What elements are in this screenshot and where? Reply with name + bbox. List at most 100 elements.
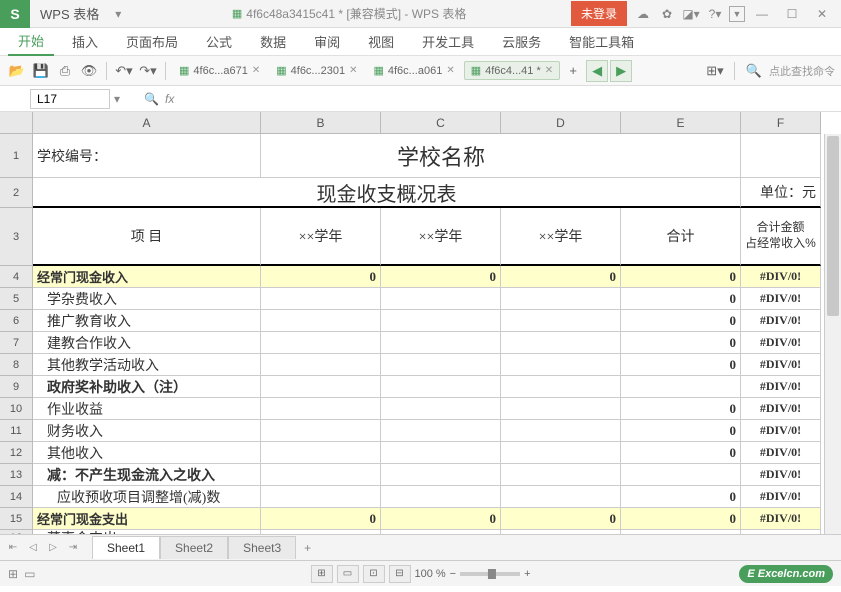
cell[interactable]: 0 xyxy=(621,332,741,354)
close-tab-icon[interactable]: ✕ xyxy=(545,65,553,76)
doc-tab-1[interactable]: ▦4f6c...a671✕ xyxy=(172,61,267,80)
menu-tab-cloud[interactable]: 云服务 xyxy=(492,28,551,55)
row-header[interactable]: 10 xyxy=(0,398,33,420)
menu-tab-insert[interactable]: 插入 xyxy=(62,28,108,55)
cell[interactable] xyxy=(381,398,501,420)
vertical-scrollbar[interactable] xyxy=(824,134,841,534)
maximize-button[interactable]: ☐ xyxy=(779,4,805,24)
col-header-b[interactable]: B xyxy=(261,112,381,134)
cell[interactable]: 0 xyxy=(621,486,741,508)
collapse-icon[interactable]: ▼ xyxy=(729,6,745,22)
col-header-a[interactable]: A xyxy=(33,112,261,134)
sheet-prev-icon[interactable]: ◁ xyxy=(24,539,42,557)
cell-title[interactable]: 学校名称 xyxy=(261,134,621,178)
gear-icon[interactable]: ✿ xyxy=(657,4,677,24)
cell[interactable]: #DIV/0! xyxy=(741,486,821,508)
row-header[interactable]: 6 xyxy=(0,310,33,332)
cell-header[interactable]: 合计金额占经常收入% xyxy=(741,208,821,266)
cell[interactable] xyxy=(621,464,741,486)
doc-tab-3[interactable]: ▦4f6c...a061✕ xyxy=(366,61,461,80)
status-icon[interactable]: ⊞ xyxy=(8,567,18,581)
cell[interactable] xyxy=(261,420,381,442)
sheet-tab-1[interactable]: Sheet1 xyxy=(92,536,160,559)
cell[interactable]: 0 xyxy=(621,288,741,310)
redo-icon[interactable]: ↷▾ xyxy=(137,60,159,82)
view-page-icon[interactable]: ▭ xyxy=(336,565,358,583)
cell-header[interactable]: ××学年 xyxy=(261,208,381,266)
row-header[interactable]: 1 xyxy=(0,134,33,178)
cell[interactable]: 财务收入 xyxy=(33,420,261,442)
col-header-e[interactable]: E xyxy=(621,112,741,134)
cell[interactable]: #DIV/0! xyxy=(741,288,821,310)
nav-right-icon[interactable]: ▶ xyxy=(610,60,632,82)
minimize-button[interactable]: — xyxy=(749,4,775,24)
cell[interactable] xyxy=(261,310,381,332)
search-hint[interactable]: 点此查找命令 xyxy=(769,63,835,79)
sheet-first-icon[interactable]: ⇤ xyxy=(4,539,22,557)
close-tab-icon[interactable]: ✕ xyxy=(349,65,357,76)
select-all-corner[interactable] xyxy=(0,112,33,134)
cell[interactable]: #DIV/0! xyxy=(741,332,821,354)
cell[interactable]: 作业收益 xyxy=(33,398,261,420)
cell[interactable] xyxy=(261,398,381,420)
view-break-icon[interactable]: ⊡ xyxy=(362,565,384,583)
sheet-tab-2[interactable]: Sheet2 xyxy=(160,536,228,559)
cell[interactable]: 0 xyxy=(621,266,741,288)
help-icon[interactable]: ?▾ xyxy=(705,4,725,24)
row-header[interactable]: 14 xyxy=(0,486,33,508)
menu-tab-review[interactable]: 审阅 xyxy=(304,28,350,55)
cell[interactable]: 学杂费收入 xyxy=(33,288,261,310)
cell[interactable] xyxy=(381,288,501,310)
cell[interactable] xyxy=(381,332,501,354)
menu-tab-tools[interactable]: 智能工具箱 xyxy=(559,28,644,55)
cell[interactable] xyxy=(381,420,501,442)
zoom-out-icon[interactable]: − xyxy=(450,568,456,580)
cell[interactable] xyxy=(501,376,621,398)
cell-unit[interactable]: 单位：元 xyxy=(741,178,821,208)
cell[interactable] xyxy=(501,332,621,354)
cell[interactable]: 0 xyxy=(381,508,501,530)
row-header[interactable]: 13 xyxy=(0,464,33,486)
skin-icon[interactable]: ◪▾ xyxy=(681,4,701,24)
cell[interactable] xyxy=(381,464,501,486)
row-header[interactable]: 7 xyxy=(0,332,33,354)
fx-search-icon[interactable]: 🔍 xyxy=(144,92,159,106)
col-header-f[interactable]: F xyxy=(741,112,821,134)
cell[interactable] xyxy=(741,134,821,178)
print-icon[interactable]: ⎙ xyxy=(54,60,76,82)
cell[interactable] xyxy=(501,288,621,310)
col-header-d[interactable]: D xyxy=(501,112,621,134)
cell[interactable]: 0 xyxy=(621,508,741,530)
cell[interactable] xyxy=(501,398,621,420)
row-header[interactable]: 5 xyxy=(0,288,33,310)
cell[interactable] xyxy=(261,442,381,464)
cell[interactable]: #DIV/0! xyxy=(741,354,821,376)
cell[interactable] xyxy=(381,310,501,332)
cell[interactable]: 董事会支出 xyxy=(33,530,261,534)
zoom-slider[interactable] xyxy=(460,572,520,576)
save-icon[interactable]: 💾 xyxy=(30,60,52,82)
row-header[interactable]: 8 xyxy=(0,354,33,376)
cell[interactable]: 其他教学活动收入 xyxy=(33,354,261,376)
cell[interactable]: 其他收入 xyxy=(33,442,261,464)
menu-tab-home[interactable]: 开始 xyxy=(8,27,54,56)
cell[interactable] xyxy=(501,420,621,442)
cell[interactable] xyxy=(381,530,501,534)
cell-header[interactable]: 合计 xyxy=(621,208,741,266)
cell[interactable]: 经常门现金支出 xyxy=(33,508,261,530)
cell[interactable]: 建教合作收入 xyxy=(33,332,261,354)
menu-tab-layout[interactable]: 页面布局 xyxy=(116,28,188,55)
cell[interactable]: 0 xyxy=(621,442,741,464)
cell[interactable] xyxy=(261,464,381,486)
cell[interactable] xyxy=(381,354,501,376)
status-icon[interactable]: ▭ xyxy=(24,567,35,581)
menu-tab-data[interactable]: 数据 xyxy=(250,28,296,55)
scroll-thumb[interactable] xyxy=(827,136,839,316)
cell[interactable] xyxy=(261,288,381,310)
sheet-next-icon[interactable]: ▷ xyxy=(44,539,62,557)
close-tab-icon[interactable]: ✕ xyxy=(446,65,454,76)
menu-tab-dev[interactable]: 开发工具 xyxy=(412,28,484,55)
cell[interactable]: 政府奖补助收入（注） xyxy=(33,376,261,398)
zoom-in-icon[interactable]: + xyxy=(524,568,530,580)
login-button[interactable]: 未登录 xyxy=(571,1,627,26)
